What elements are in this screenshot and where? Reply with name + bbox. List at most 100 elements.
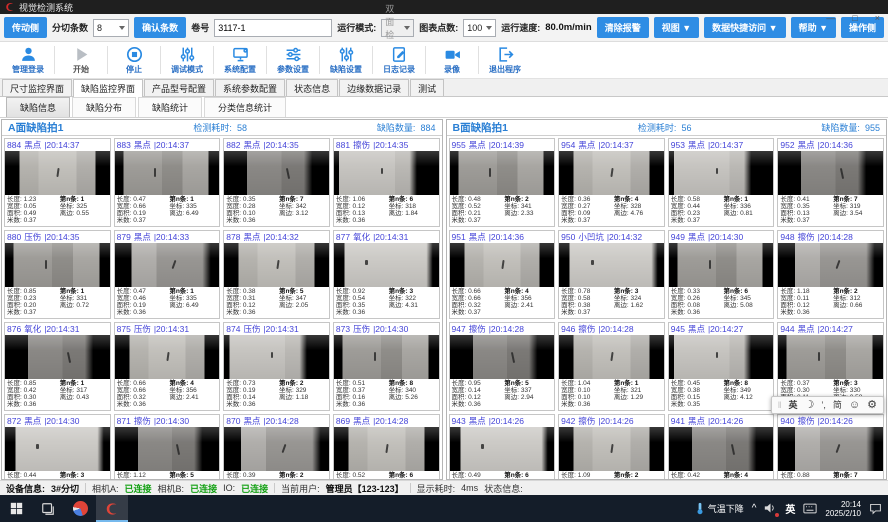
log-record-button[interactable]: 日志记录 (373, 43, 425, 78)
taskbar-app-inspection[interactable] (96, 495, 128, 522)
defect-image[interactable] (559, 151, 664, 195)
defect-cell[interactable]: 943 黑点 |20:14:26 长度: 0.49 宽度: 0.43 面积: 0… (449, 414, 556, 479)
taskbar-clock[interactable]: 20:14 2025/2/10 (825, 500, 861, 518)
defect-cell[interactable]: 949 黑点 |20:14:30 长度: 0.33 宽度: 0.26 面积: 0… (668, 230, 775, 319)
debug-mode-button[interactable]: 调试模式 (161, 43, 213, 78)
defect-cell[interactable]: 942 擦伤 |20:14:26 长度: 1.09 宽度: 0.13 面积: 0… (558, 414, 665, 479)
defect-cell[interactable]: 875 压伤 |20:14:31 长度: 0.66 宽度: 0.66 面积: 0… (114, 322, 221, 411)
defect-cell[interactable]: 882 黑点 |20:14:35 长度: 0.35 宽度: 0.28 面积: 0… (223, 138, 330, 227)
defect-cell[interactable]: 952 黑点 |20:14:36 长度: 0.41 宽度: 0.35 面积: 0… (777, 138, 884, 227)
defect-image[interactable] (559, 243, 664, 287)
run-mode-select[interactable]: 双面检测 (381, 19, 414, 37)
defect-image[interactable] (224, 335, 329, 379)
defect-cell[interactable]: 953 黑点 |20:14:37 长度: 0.58 宽度: 0.44 面积: 0… (668, 138, 775, 227)
defect-image[interactable] (115, 335, 220, 379)
stop-button[interactable]: 停止 (108, 43, 160, 78)
defect-image[interactable] (669, 151, 774, 195)
chart-points-select[interactable]: 100 (463, 19, 496, 37)
defect-image[interactable] (778, 243, 883, 287)
tab-system-param-config[interactable]: 系统参数配置 (215, 79, 285, 96)
record-video-button[interactable]: 录像 (426, 43, 478, 78)
ime-english-toggle[interactable]: 英 (788, 397, 797, 413)
defect-cell[interactable]: 947 擦伤 |20:14:28 长度: 0.95 宽度: 0.14 面积: 0… (449, 322, 556, 411)
defect-image[interactable] (778, 151, 883, 195)
subtab-class-info-stats[interactable]: 分类信息统计 (204, 97, 286, 117)
defect-image[interactable] (115, 151, 220, 195)
defect-cell[interactable]: 951 黑点 |20:14:36 长度: 0.66 宽度: 0.66 面积: 0… (449, 230, 556, 319)
defect-image[interactable] (115, 427, 220, 471)
defect-image[interactable] (224, 427, 329, 471)
param-settings-button[interactable]: 参数设置 (267, 43, 319, 78)
taskbar-app-browser[interactable] (64, 495, 96, 522)
ime-settings-gear-icon[interactable]: ⚙ (867, 397, 877, 413)
task-view-button[interactable] (32, 495, 64, 522)
tab-product-model-config[interactable]: 产品型号配置 (144, 79, 214, 96)
ime-simplified-toggle[interactable]: 简 (833, 397, 842, 413)
defect-cell[interactable]: 878 黑点 |20:14:32 长度: 0.38 宽度: 0.31 面积: 0… (223, 230, 330, 319)
defect-cell[interactable]: 954 黑点 |20:14:37 长度: 0.36 宽度: 0.27 面积: 0… (558, 138, 665, 227)
defect-cell[interactable]: 879 黑点 |20:14:33 长度: 0.47 宽度: 0.46 面积: 0… (114, 230, 221, 319)
defect-image[interactable] (5, 151, 110, 195)
ime-grip-icon[interactable]: ‖ (778, 397, 782, 413)
data-access-menu-button[interactable]: 数据快捷访问 ▼ (704, 17, 785, 38)
action-center-icon[interactable] (869, 502, 882, 515)
ime-shape-moon-icon[interactable]: ☽ (805, 397, 815, 413)
defect-settings-button[interactable]: 缺陷设置 (320, 43, 372, 78)
defect-image[interactable] (5, 427, 110, 471)
subtab-defect-stats[interactable]: 缺陷统计 (138, 97, 202, 117)
defect-image[interactable] (669, 427, 774, 471)
defect-cell[interactable]: 872 黑点 |20:14:30 长度: 0.44 宽度: 0.29 面积: 0… (4, 414, 111, 479)
maximize-icon[interactable]: □ (852, 13, 857, 23)
defect-cell[interactable]: 940 擦伤 |20:14:26 长度: 0.88 宽度: 0.16 面积: 0… (777, 414, 884, 479)
defect-image[interactable] (778, 335, 883, 379)
defect-image[interactable] (559, 427, 664, 471)
defect-cell[interactable]: 948 擦伤 |20:14:28 长度: 1.18 宽度: 0.11 面积: 0… (777, 230, 884, 319)
weather-widget[interactable]: 气温下降 (695, 502, 744, 515)
ime-emoji-icon[interactable]: ☺ (849, 397, 860, 413)
confirm-count-button[interactable]: 确认条数 (134, 17, 186, 38)
tab-defect-monitor[interactable]: 缺陷监控界面 (73, 79, 143, 97)
volume-tray-button[interactable] (764, 502, 777, 516)
defect-cell[interactable]: 873 压伤 |20:14:30 长度: 0.51 宽度: 0.37 面积: 0… (333, 322, 440, 411)
defect-image[interactable] (224, 243, 329, 287)
view-menu-button[interactable]: 视图 ▼ (654, 17, 699, 38)
defect-cell[interactable]: 955 黑点 |20:14:39 长度: 0.48 宽度: 0.52 面积: 0… (449, 138, 556, 227)
defect-image[interactable] (334, 243, 439, 287)
slit-count-select[interactable]: 8 (93, 19, 129, 37)
defect-cell[interactable]: 950 小凹坑 |20:14:32 长度: 0.78 宽度: 0.58 面积: … (558, 230, 665, 319)
defect-image[interactable] (778, 427, 883, 471)
defect-image[interactable] (334, 427, 439, 471)
exit-program-button[interactable]: 退出程序 (479, 43, 531, 78)
taskbar-language-indicator[interactable]: 英 (785, 501, 795, 516)
minimize-icon[interactable]: — (826, 13, 835, 23)
defect-cell[interactable]: 881 擦伤 |20:14:35 长度: 1.06 宽度: 0.12 面积: 0… (333, 138, 440, 227)
defect-image[interactable] (334, 151, 439, 195)
roll-no-input[interactable] (214, 19, 332, 37)
defect-image[interactable] (450, 335, 555, 379)
defect-cell[interactable]: 946 擦伤 |20:14:28 长度: 1.04 宽度: 0.10 面积: 0… (558, 322, 665, 411)
start-button[interactable]: 开始 (55, 43, 107, 78)
touch-keyboard-icon[interactable] (803, 503, 817, 514)
start-menu-button[interactable] (0, 495, 32, 522)
defect-image[interactable] (115, 243, 220, 287)
tray-expand-caret[interactable]: ^ (752, 503, 757, 514)
defect-cell[interactable]: 945 黑点 |20:14:27 长度: 0.45 宽度: 0.38 面积: 0… (668, 322, 775, 411)
tab-edge-data-record[interactable]: 边缘数据记录 (339, 79, 409, 96)
clear-alarm-button[interactable]: 清除报警 (597, 17, 649, 38)
subtab-defect-info[interactable]: 缺陷信息 (6, 97, 70, 117)
admin-login-button[interactable]: 管理登录 (2, 43, 54, 78)
defect-cell[interactable]: 871 擦伤 |20:14:30 长度: 1.12 宽度: 0.09 面积: 0… (114, 414, 221, 479)
defect-image[interactable] (450, 243, 555, 287)
defect-image[interactable] (669, 335, 774, 379)
defect-cell[interactable]: 883 黑点 |20:14:37 长度: 0.47 宽度: 0.66 面积: 0… (114, 138, 221, 227)
tab-test[interactable]: 测试 (410, 79, 444, 96)
defect-cell[interactable]: 941 黑点 |20:14:26 长度: 0.42 宽度: 0.36 面积: 0… (668, 414, 775, 479)
defect-cell[interactable]: 869 黑点 |20:14:28 长度: 0.52 宽度: 0.41 面积: 0… (333, 414, 440, 479)
defect-cell[interactable]: 884 黑点 |20:14:37 长度: 1.23 宽度: 0.05 面积: 0… (4, 138, 111, 227)
defect-image[interactable] (5, 243, 110, 287)
defect-cell[interactable]: 880 压伤 |20:14:35 长度: 0.85 宽度: 0.23 面积: 0… (4, 230, 111, 319)
subtab-defect-distribution[interactable]: 缺陷分布 (72, 97, 136, 117)
defect-cell[interactable]: 874 压伤 |20:14:31 长度: 0.73 宽度: 0.19 面积: 0… (223, 322, 330, 411)
defect-cell[interactable]: 877 氧化 |20:14:31 长度: 0.92 宽度: 0.54 面积: 0… (333, 230, 440, 319)
ime-punctuation-toggle[interactable]: ’, (821, 397, 826, 413)
